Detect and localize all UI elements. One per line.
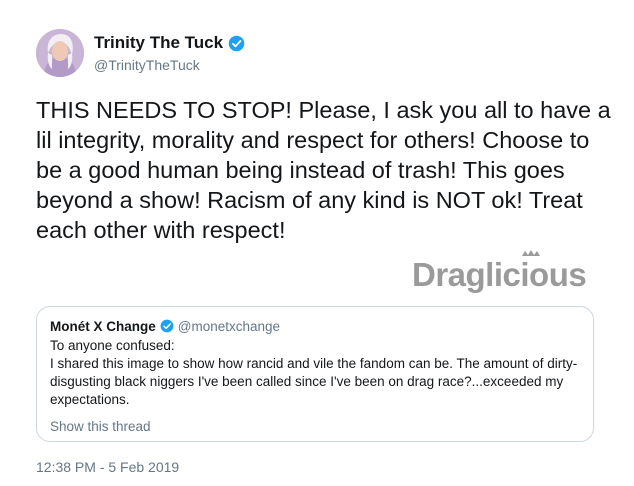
quoted-tweet-body: To anyone confused: I shared this image … — [50, 337, 581, 409]
avatar-image — [36, 29, 84, 77]
author-handle[interactable]: @TrinityTheTuck — [94, 57, 245, 73]
quoted-display-name: Monét X Change — [50, 318, 156, 334]
quoted-tweet[interactable]: Monét X Change @monetxchange To anyone c… — [36, 306, 594, 442]
draglicious-watermark: Draglicious — [412, 250, 587, 293]
avatar[interactable] — [36, 29, 84, 77]
author-block: Trinity The Tuck @TrinityTheTuck — [94, 33, 245, 73]
tweet-text: THIS NEEDS TO STOP! Please, I ask you al… — [36, 97, 611, 243]
svg-text:Draglicious: Draglicious — [412, 256, 586, 293]
quoted-line-1: To anyone confused: — [50, 338, 175, 353]
crown-icon — [522, 250, 540, 256]
verified-badge-icon — [228, 35, 245, 51]
tweet-timestamp[interactable]: 12:38 PM - 5 Feb 2019 — [36, 459, 179, 475]
tweet-card: Trinity The Tuck @TrinityTheTuck THIS NE… — [0, 0, 634, 486]
quoted-line-2: I shared this image to show how rancid a… — [50, 356, 578, 407]
author-name-row: Trinity The Tuck — [94, 33, 245, 53]
quoted-verified-badge-icon — [160, 319, 174, 333]
show-this-thread-link[interactable]: Show this thread — [50, 419, 151, 434]
quoted-tweet-header: Monét X Change @monetxchange — [50, 317, 581, 335]
author-display-name[interactable]: Trinity The Tuck — [94, 33, 223, 53]
quoted-handle: @monetxchange — [177, 318, 281, 334]
